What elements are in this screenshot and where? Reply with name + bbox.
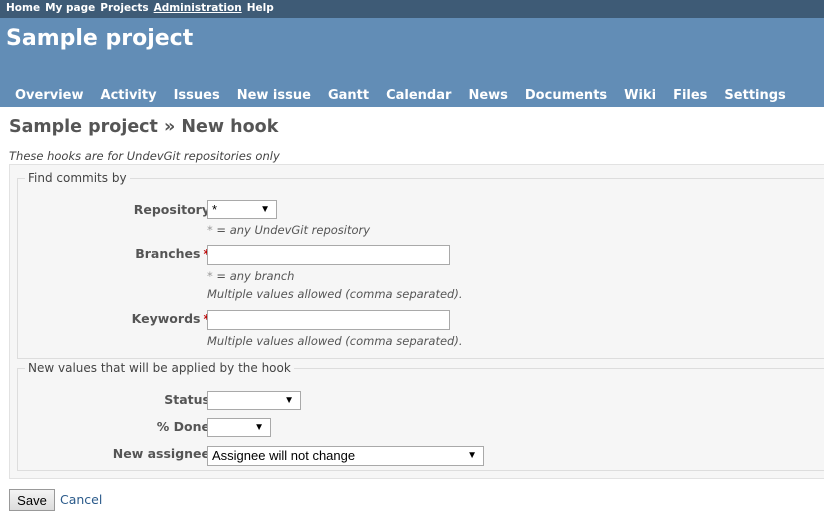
top-menu-home[interactable]: Home [6,2,40,14]
find-legend: Find commits by [28,171,127,185]
tab-overview[interactable]: Overview [15,88,84,103]
top-menu-projects[interactable]: Projects [100,2,148,14]
done-select[interactable] [207,418,271,437]
tab-wiki[interactable]: Wiki [624,88,656,103]
form-box: Find commits by Repository * * = any Und… [9,164,824,479]
keywords-hint: Multiple values allowed (comma separated… [207,334,463,348]
branches-input[interactable] [207,245,450,265]
keywords-input[interactable] [207,310,450,330]
top-menu: Home My page Projects Administration Help [0,0,824,18]
done-label: % Done [156,419,210,434]
main-menu: Overview Activity Issues New issue Gantt Cale… [15,88,803,103]
repository-select[interactable]: * [207,200,277,219]
header: Sample project Overview Activity Issues New… [0,18,824,107]
status-select[interactable] [207,391,301,410]
tab-news[interactable]: News [468,88,507,103]
tab-documents[interactable]: Documents [525,88,607,103]
top-menu-help[interactable]: Help [247,2,274,14]
tab-issues[interactable]: Issues [174,88,220,103]
keywords-label: Keywords* [131,311,210,326]
save-button[interactable]: Save [9,489,55,511]
tab-new-issue[interactable]: New issue [237,88,311,103]
branches-hint-multiple: Multiple values allowed (comma separated… [207,287,463,301]
repository-hint: * = any UndevGit repository [207,223,371,237]
note: These hooks are for UndevGit repositorie… [9,149,280,163]
branches-hint: * = any branch [207,269,295,283]
cancel-link[interactable]: Cancel [60,492,102,507]
assignee-select[interactable]: Assignee will not change [207,446,484,466]
apply-values-fieldset: New values that will be applied by the h… [17,361,824,471]
tab-files[interactable]: Files [673,88,707,103]
top-menu-administration[interactable]: Administration [154,2,242,14]
branches-label: Branches* [135,246,210,261]
find-commits-fieldset: Find commits by Repository * * = any Und… [17,171,824,359]
status-label: Status [164,392,210,407]
page-title: Sample project » New hook [9,117,279,137]
tab-gantt[interactable]: Gantt [328,88,369,103]
apply-legend: New values that will be applied by the h… [28,361,291,375]
project-title: Sample project [6,26,194,51]
top-menu-my-page[interactable]: My page [45,2,95,14]
repository-label: Repository [133,202,210,217]
tab-settings[interactable]: Settings [724,88,785,103]
tab-calendar[interactable]: Calendar [386,88,451,103]
tab-activity[interactable]: Activity [101,88,157,103]
assignee-label: New assignee [112,446,210,461]
